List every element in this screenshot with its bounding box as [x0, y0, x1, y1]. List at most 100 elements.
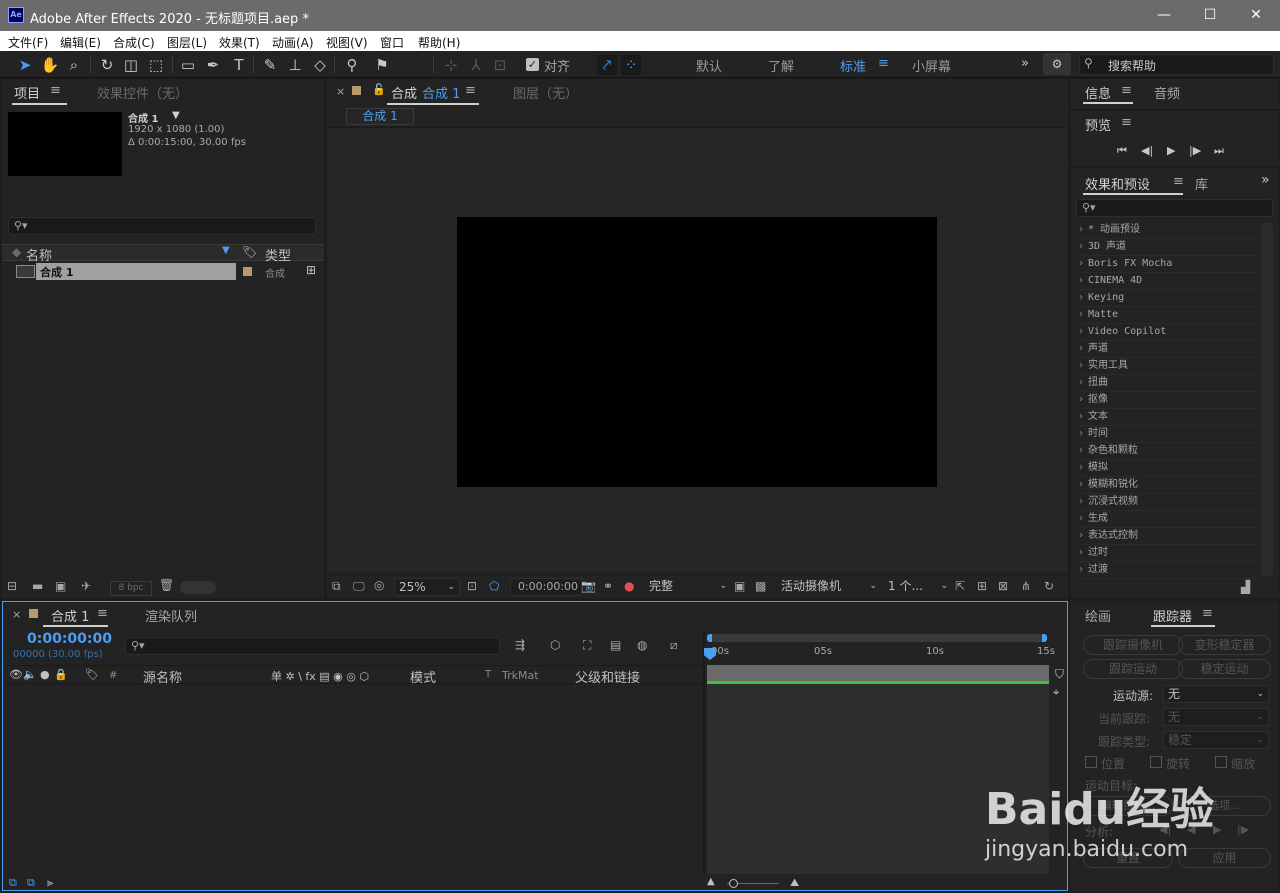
effect-category-item[interactable]: › 时间	[1078, 426, 1260, 443]
trash-icon[interactable]: 🗑	[159, 578, 174, 592]
tab-timeline-comp[interactable]: 合成 1	[51, 606, 89, 625]
graph-editor-icon[interactable]: ⧄	[670, 638, 678, 653]
label-color-swatch[interactable]	[243, 267, 252, 276]
view-axis-icon[interactable]: ⊡	[490, 55, 510, 75]
project-item-row[interactable]: 合成 1 合成 ⊞	[2, 263, 324, 280]
project-menu-icon[interactable]: ≡	[50, 83, 61, 98]
effect-category-item[interactable]: › 抠像	[1078, 392, 1260, 409]
tab-render-queue[interactable]: 渲染队列	[145, 606, 197, 625]
track-type-select[interactable]: 稳定 ⌄	[1163, 731, 1269, 749]
comp-breadcrumb[interactable]: 合成 1	[346, 108, 414, 125]
tab-paint[interactable]: 绘画	[1085, 606, 1111, 625]
apply-button[interactable]: 应用	[1178, 848, 1271, 868]
tab-composition-name[interactable]: 合成 1	[422, 83, 460, 102]
mask-icon[interactable]: ◎	[374, 578, 384, 592]
next-frame-icon[interactable]: |▶	[1189, 144, 1201, 157]
info-menu-icon[interactable]: ≡	[1121, 83, 1132, 98]
tab-info[interactable]: 信息	[1085, 83, 1111, 102]
tab-preview[interactable]: 预览	[1085, 115, 1111, 134]
timecode-field[interactable]: 0:00:00:00	[510, 578, 582, 596]
minimize-icon[interactable]: —	[1141, 0, 1187, 31]
snap-edges-icon[interactable]: ⤤	[597, 55, 617, 75]
effect-category-item[interactable]: › 过渡	[1078, 562, 1260, 579]
menu-animation[interactable]: 动画(A)	[272, 34, 314, 51]
effect-category-item[interactable]: › 实用工具	[1078, 358, 1260, 375]
prev-frame-icon[interactable]: ◀|	[1141, 144, 1153, 157]
local-axis-icon[interactable]: ⊹	[441, 55, 461, 75]
snapshot-icon[interactable]: 📷	[581, 579, 596, 593]
transparency-grid-icon[interactable]: ▩	[755, 579, 766, 593]
reset-button[interactable]: 重置	[1083, 848, 1173, 868]
hide-shy-icon[interactable]: ⛶	[583, 638, 591, 653]
show-snapshot-icon[interactable]: ⚭	[603, 579, 613, 593]
render-icon[interactable]: ✈	[81, 579, 91, 593]
play-icon[interactable]: ▶	[1167, 144, 1175, 157]
label-tag-icon[interactable]: 🏷	[85, 668, 99, 681]
sort-arrow-icon[interactable]: ▼	[222, 245, 230, 256]
maximize-icon[interactable]: ☐	[1187, 0, 1233, 31]
timeline-menu-icon[interactable]: ≡	[97, 606, 108, 621]
rotation-checkbox[interactable]	[1150, 756, 1162, 768]
edit-target-button[interactable]: 编辑目标...	[1083, 796, 1173, 816]
tab-composition-prefix[interactable]: 合成	[391, 83, 417, 102]
effects-search-input[interactable]: ⚲▾	[1076, 199, 1273, 217]
col-mode[interactable]: 模式	[410, 667, 436, 686]
col-type[interactable]: 类型	[265, 245, 291, 264]
lock-icon[interactable]: 🔓	[372, 83, 386, 96]
snap-features-icon[interactable]: ⁘	[621, 55, 641, 75]
project-search-input[interactable]: ⚲▾	[8, 217, 316, 235]
effect-category-item[interactable]: › 模糊和锐化	[1078, 477, 1260, 494]
effect-category-item[interactable]: › 声道	[1078, 341, 1260, 358]
camera-select[interactable]: 活动摄像机 ⌄	[777, 578, 879, 596]
menu-window[interactable]: 窗口	[380, 34, 404, 51]
effect-category-item[interactable]: › 沉浸式视频	[1078, 494, 1260, 511]
current-track-select[interactable]: 无 ⌄	[1163, 708, 1269, 726]
interpret-footage-icon[interactable]: ⊟	[7, 579, 17, 593]
tab-audio[interactable]: 音频	[1154, 83, 1180, 102]
menu-file[interactable]: 文件(F)	[8, 34, 48, 51]
rectangle-tool-icon[interactable]: ▭	[178, 55, 198, 75]
new-comp-icon[interactable]: ▣	[55, 579, 66, 593]
menu-help[interactable]: 帮助(H)	[418, 34, 460, 51]
preview-menu-icon[interactable]: ≡	[1121, 115, 1132, 130]
effect-category-item[interactable]: › 扭曲	[1078, 375, 1260, 392]
toggle-switches-icon[interactable]: ⧉	[9, 876, 17, 890]
effect-category-item[interactable]: › 3D 声道	[1078, 239, 1260, 256]
refresh-icon[interactable]: ↻	[1044, 579, 1054, 593]
workspace-menu-icon[interactable]: ≡	[878, 56, 889, 71]
menu-view[interactable]: 视图(V)	[326, 34, 368, 51]
scale-checkbox[interactable]	[1215, 756, 1227, 768]
new-preset-icon[interactable]: ▟	[1241, 580, 1250, 594]
hand-tool-icon[interactable]: ✋	[40, 55, 60, 75]
flowchart-icon[interactable]: ⋔	[1021, 579, 1031, 593]
tab-effect-controls[interactable]: 效果控件（无）	[97, 83, 188, 102]
zoom-in-icon[interactable]: ⛰	[790, 876, 799, 890]
timeline-icon[interactable]: ⊞	[977, 579, 987, 593]
effect-category-item[interactable]: › * 动画预设	[1078, 222, 1260, 239]
effects-menu-icon[interactable]: ≡	[1173, 174, 1184, 189]
zoom-out-icon[interactable]: ▲	[707, 876, 715, 887]
effect-category-item[interactable]: › Keying	[1078, 290, 1260, 307]
more-workspaces-icon[interactable]: »	[1021, 56, 1029, 71]
menu-composition[interactable]: 合成(C)	[113, 34, 155, 51]
comp-mini-flowchart-icon[interactable]: ⇶	[515, 638, 525, 652]
analyze-backward-icon[interactable]: ◀	[1187, 823, 1195, 836]
label-tag-icon[interactable]: 🏷	[242, 245, 257, 259]
workspace-small-screen[interactable]: 小屏幕	[912, 56, 951, 75]
zoom-select[interactable]: 25% ⌄	[394, 578, 460, 596]
monitor-icon[interactable]: 🖵	[353, 579, 365, 594]
options-button[interactable]: 选项...	[1178, 796, 1271, 816]
workspace-standard[interactable]: 标准	[840, 56, 866, 75]
eraser-tool-icon[interactable]: ◇	[310, 55, 330, 75]
camera-tool-icon[interactable]: ◫	[121, 55, 141, 75]
sync-settings-icon[interactable]: ⚙	[1043, 53, 1071, 75]
menu-edit[interactable]: 编辑(E)	[60, 34, 101, 51]
analyze-back-icon[interactable]: ◀|	[1159, 823, 1171, 836]
work-area-bar[interactable]	[707, 634, 1047, 642]
menu-effect[interactable]: 效果(T)	[219, 34, 260, 51]
color-channel-icon[interactable]: ●	[624, 579, 634, 593]
last-frame-icon[interactable]: ⏭	[1214, 144, 1224, 158]
comp-flowchart-icon[interactable]: ⊠	[998, 579, 1008, 593]
effect-category-item[interactable]: › CINEMA 4D	[1078, 273, 1260, 290]
analyze-forward-icon[interactable]: ▶	[1213, 823, 1221, 836]
